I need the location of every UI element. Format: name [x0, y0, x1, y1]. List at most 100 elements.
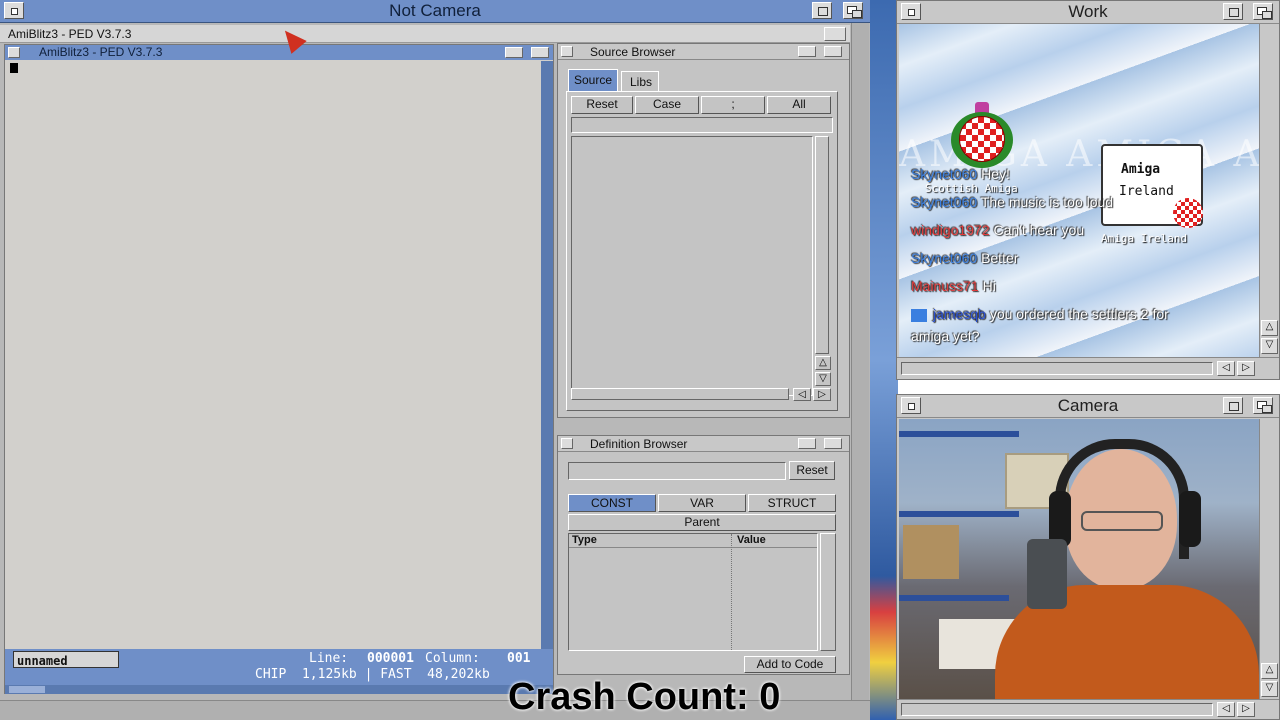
source-browser-titlebar[interactable]: Source Browser	[558, 44, 849, 60]
chat-username[interactable]: jamesqb	[933, 306, 986, 322]
camera-titlebar[interactable]: Camera	[897, 395, 1279, 418]
definition-browser-titlebar[interactable]: Definition Browser	[558, 436, 849, 452]
shelf	[899, 595, 1009, 601]
camera-vertical-scrollbar[interactable]: △ ▽	[1259, 419, 1279, 699]
definition-search-input[interactable]	[568, 462, 786, 480]
chat-username[interactable]: Mainuss71	[911, 278, 979, 294]
work-scroll-down-icon[interactable]: ▽	[1261, 338, 1278, 354]
work-vertical-scrollbar[interactable]: △ ▽	[1259, 24, 1279, 357]
source-list-vscroll[interactable]	[815, 136, 829, 354]
column-value-header[interactable]: Value	[737, 534, 766, 546]
glasses	[1081, 511, 1163, 531]
work-scroll-left-icon[interactable]: ◁	[1217, 361, 1235, 376]
tab-libs[interactable]: Libs	[621, 71, 659, 91]
camera-scroll-right-icon[interactable]: ▷	[1237, 702, 1255, 717]
chat-username[interactable]: Skynet060	[911, 166, 977, 182]
definition-browser-window: Definition Browser Reset CONST VAR STRUC…	[557, 435, 850, 675]
scroll-left-icon[interactable]: ◁	[793, 388, 811, 401]
source-browser-window: Source Browser Source Libs Reset Case ; …	[557, 43, 850, 418]
chat-username[interactable]: Skynet060	[911, 250, 977, 266]
close-icon[interactable]	[4, 2, 24, 19]
definition-reset-button[interactable]: Reset	[789, 461, 835, 480]
chat-message: The music is too loud	[980, 194, 1114, 210]
tab-libs-label: Libs	[630, 75, 653, 89]
chat-message: Hi	[982, 278, 996, 294]
work-close-icon[interactable]	[901, 3, 921, 20]
definition-list[interactable]: Type Value	[568, 533, 818, 651]
zoom-icon[interactable]	[812, 2, 832, 19]
ireland-logo-mid: Ireland	[1119, 184, 1174, 199]
definition-zoom-icon[interactable]	[798, 438, 816, 449]
editor-vertical-scrollbar[interactable]	[541, 61, 553, 651]
not-camera-titlebar[interactable]: Not Camera	[0, 0, 870, 23]
depth-icon[interactable]	[843, 2, 863, 19]
scroll-right-icon[interactable]: ▷	[813, 388, 831, 401]
editor-horizontal-scrollbar[interactable]	[5, 685, 553, 694]
screen-depth-icon[interactable]	[824, 27, 846, 41]
horizontal-scroll-knob[interactable]	[9, 686, 45, 693]
definition-vscroll[interactable]	[820, 533, 836, 651]
source-zoom-icon[interactable]	[798, 46, 816, 57]
main-vertical-scrollbar[interactable]	[851, 23, 869, 700]
source-list[interactable]	[571, 136, 813, 396]
work-horizontal-scrollbar[interactable]: ◁ ▷	[897, 357, 1279, 379]
scroll-down-icon[interactable]: ▽	[815, 372, 831, 386]
chat-username[interactable]: Skynet060	[911, 194, 977, 210]
work-title: Work	[1068, 2, 1108, 21]
editor-window: AmiBlitz3 - PED V3.7.3 unnamed Line: 000…	[4, 44, 554, 694]
source-depth-icon[interactable]	[824, 46, 842, 57]
chat-username[interactable]: windigo1972	[911, 222, 990, 238]
work-hscroll-track[interactable]	[901, 362, 1213, 375]
work-zoom-icon[interactable]	[1223, 3, 1243, 20]
chat-line: Skynet060 Better	[911, 250, 1018, 266]
chat-message: Can't hear you	[993, 222, 1085, 238]
camera-scroll-left-icon[interactable]: ◁	[1217, 702, 1235, 717]
column-type-header[interactable]: Type	[572, 534, 597, 546]
camera-horizontal-scrollbar[interactable]: ◁ ▷	[897, 699, 1279, 719]
camera-depth-icon[interactable]	[1253, 397, 1273, 414]
scroll-up-icon[interactable]: △	[815, 356, 831, 370]
camera-close-icon[interactable]	[901, 397, 921, 414]
tab-var[interactable]: VAR	[658, 494, 746, 512]
twitch-badge-icon	[911, 308, 927, 322]
tab-source-label: Source	[574, 73, 613, 87]
boxes	[903, 525, 959, 579]
parent-button[interactable]: Parent	[568, 514, 836, 531]
editor-text-area[interactable]	[5, 61, 541, 651]
editor-depth-icon[interactable]	[531, 47, 549, 58]
add-to-code-button[interactable]: Add to Code	[744, 656, 836, 673]
filename-tab[interactable]: unnamed	[13, 651, 119, 668]
editor-zoom-icon[interactable]	[505, 47, 523, 58]
reset-button[interactable]: Reset	[571, 96, 633, 114]
semicolon-button[interactable]: ;	[701, 96, 765, 114]
ireland-boing-ball-icon	[1173, 198, 1203, 228]
editor-close-icon[interactable]	[8, 47, 20, 58]
tab-source[interactable]: Source	[568, 69, 618, 91]
camera-title: Camera	[1057, 396, 1119, 415]
tab-struct[interactable]: STRUCT	[748, 494, 836, 512]
source-list-hscroll[interactable]	[571, 388, 789, 400]
all-button[interactable]: All	[767, 96, 831, 114]
work-depth-icon[interactable]	[1253, 3, 1273, 20]
work-window: Work AMIGA AMIGA AMIGA Scottish Amiga Am…	[896, 0, 1280, 380]
work-scroll-right-icon[interactable]: ▷	[1237, 361, 1255, 376]
editor-titlebar[interactable]: AmiBlitz3 - PED V3.7.3	[5, 45, 553, 60]
camera-scroll-up-icon[interactable]: △	[1261, 663, 1278, 679]
webcam-feed	[899, 419, 1259, 699]
camera-scroll-down-icon[interactable]: ▽	[1261, 681, 1278, 697]
definition-close-icon[interactable]	[561, 438, 573, 449]
work-scroll-up-icon[interactable]: △	[1261, 320, 1278, 336]
work-titlebar[interactable]: Work	[897, 1, 1279, 24]
chat-line: Skynet060 The music is too loud	[911, 194, 1113, 210]
case-button[interactable]: Case	[635, 96, 699, 114]
definition-depth-icon[interactable]	[824, 438, 842, 449]
camera-window: Camera △ ▽ ◁ ▷	[896, 394, 1280, 720]
camera-hscroll-track[interactable]	[901, 703, 1213, 716]
camera-zoom-icon[interactable]	[1223, 397, 1243, 414]
source-filter-input[interactable]	[571, 117, 833, 133]
amiga-ireland-logo: Amiga Ireland	[1101, 144, 1203, 228]
tab-const[interactable]: CONST	[568, 494, 656, 512]
window-title: Not Camera	[389, 1, 481, 20]
headphone-cup-right	[1179, 491, 1201, 547]
source-close-icon[interactable]	[561, 46, 573, 57]
